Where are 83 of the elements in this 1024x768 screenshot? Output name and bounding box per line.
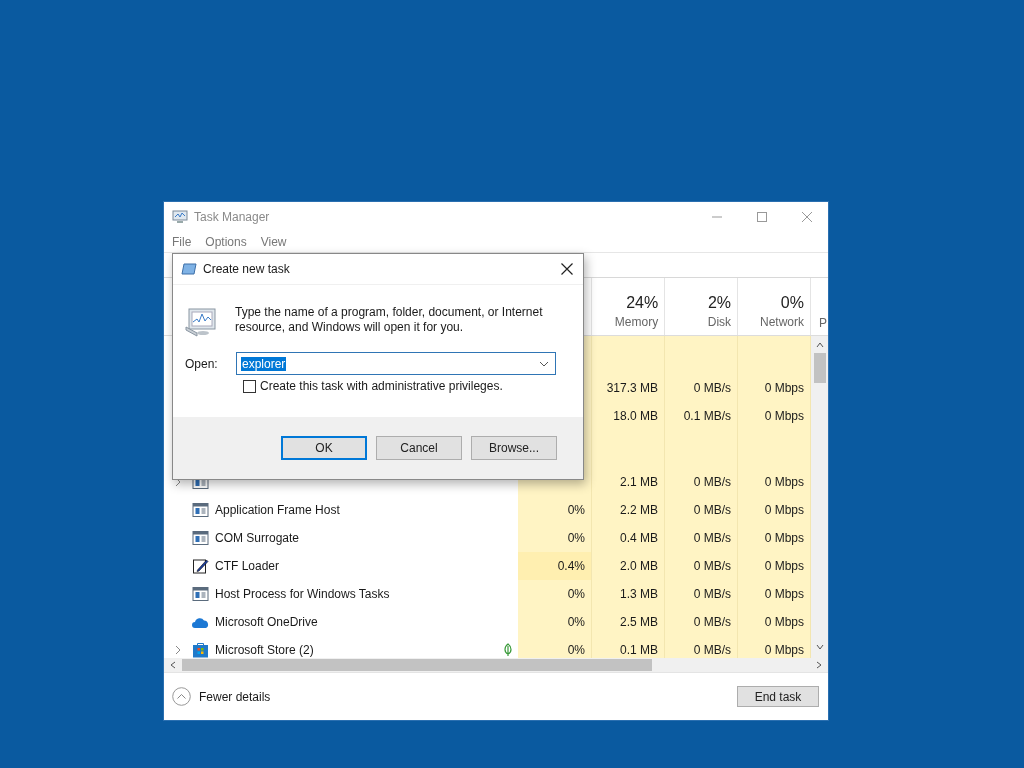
menu-item[interactable]: File bbox=[172, 235, 192, 249]
run-icon bbox=[181, 263, 197, 275]
checkbox-label[interactable]: Create this task with administrative privileges. bbox=[260, 379, 503, 393]
table-cell: 0 MB/s bbox=[665, 374, 738, 402]
monitor-chart-icon bbox=[185, 307, 217, 337]
table-cell: 0 MB/s bbox=[665, 636, 738, 658]
chevron-right-icon[interactable] bbox=[175, 645, 181, 655]
table-cell: 0.4 MB bbox=[592, 524, 665, 552]
table-cell: 0 Mbps bbox=[738, 468, 811, 496]
table-cell: 0 Mbps bbox=[738, 496, 811, 524]
table-cell: 317.3 MB bbox=[592, 374, 665, 402]
scroll-down-icon[interactable] bbox=[815, 644, 824, 650]
scroll-right-icon[interactable] bbox=[816, 661, 822, 669]
window-icon bbox=[192, 503, 209, 517]
scrollbar-thumb[interactable] bbox=[182, 659, 652, 671]
process-name: Microsoft Store (2) bbox=[215, 643, 314, 657]
cloud-icon bbox=[192, 616, 209, 628]
table-cell: 0 MB/s bbox=[665, 468, 738, 496]
table-cell: 0% bbox=[518, 496, 592, 524]
dialog-button[interactable]: Browse... bbox=[471, 436, 557, 460]
scroll-up-icon[interactable] bbox=[815, 342, 824, 348]
table-cell: 0 MB/s bbox=[665, 552, 738, 580]
column-percent: 0% bbox=[780, 294, 804, 312]
scrollbar-thumb[interactable] bbox=[813, 353, 826, 383]
end-task-button[interactable]: End task bbox=[737, 686, 819, 707]
process-name: Host Process for Windows Tasks bbox=[215, 587, 390, 601]
dialog-message: Type the name of a program, folder, document, or Internet resource, and Windows will open it for you. bbox=[235, 305, 544, 336]
table-cell: 0 MB/s bbox=[665, 580, 738, 608]
column-percent: 2% bbox=[707, 294, 732, 312]
open-combobox[interactable]: explorer bbox=[236, 352, 556, 375]
menu-item[interactable]: View bbox=[260, 235, 287, 249]
table-cell: 0% bbox=[518, 636, 592, 658]
table-cell: 0.4% bbox=[518, 552, 592, 580]
horizontal-scrollbar[interactable] bbox=[164, 658, 828, 672]
close-icon[interactable] bbox=[561, 263, 573, 275]
scroll-left-icon[interactable] bbox=[170, 661, 176, 669]
shopping-bag-icon bbox=[192, 642, 209, 658]
process-name: Microsoft OneDrive bbox=[215, 615, 318, 629]
process-name: COM Surrogate bbox=[215, 531, 300, 545]
notepad-pen-icon bbox=[192, 558, 209, 574]
table-cell: 0.1 MB bbox=[592, 636, 665, 658]
column-header[interactable]: Memory bbox=[614, 315, 659, 329]
table-cell: 0 Mbps bbox=[738, 608, 811, 636]
table-cell: 0.1 MB/s bbox=[665, 402, 738, 430]
fewer-details-link[interactable]: Fewer details bbox=[199, 689, 271, 704]
table-cell: 0 Mbps bbox=[738, 374, 811, 402]
table-cell: 2.0 MB bbox=[592, 552, 665, 580]
table-cell: 0 Mbps bbox=[738, 552, 811, 580]
table-cell: 1.3 MB bbox=[592, 580, 665, 608]
vertical-scrollbar[interactable] bbox=[811, 336, 828, 658]
column-percent: 24% bbox=[626, 294, 659, 312]
dialog-title: Create new task bbox=[203, 262, 290, 276]
column-header[interactable]: Disk bbox=[707, 315, 732, 329]
table-cell: 0 Mbps bbox=[738, 636, 811, 658]
menu-item[interactable]: Options bbox=[205, 235, 247, 249]
process-name: CTF Loader bbox=[215, 559, 280, 573]
table-cell: 0 MB/s bbox=[665, 524, 738, 552]
table-cell: 0 MB/s bbox=[665, 608, 738, 636]
table-cell: 0 Mbps bbox=[738, 580, 811, 608]
dialog-button[interactable]: OK bbox=[281, 436, 367, 460]
process-name: Application Frame Host bbox=[215, 503, 340, 517]
table-cell: 2.2 MB bbox=[592, 496, 665, 524]
monitor-icon bbox=[172, 210, 188, 224]
table-cell: 0% bbox=[518, 524, 592, 552]
table-cell: 0% bbox=[518, 580, 592, 608]
checkbox[interactable] bbox=[243, 379, 256, 393]
maximize-icon[interactable] bbox=[757, 212, 767, 222]
open-label: Open: bbox=[185, 356, 219, 371]
dropdown-caret-icon[interactable] bbox=[539, 360, 549, 367]
table-cell: 0 MB/s bbox=[665, 496, 738, 524]
collapse-up-icon[interactable] bbox=[172, 687, 191, 706]
window-icon bbox=[192, 531, 209, 545]
window-title: Task Manager bbox=[194, 210, 270, 224]
column-header[interactable]: Network bbox=[759, 315, 804, 329]
table-cell: 0 Mbps bbox=[738, 402, 811, 430]
table-cell: 2.1 MB bbox=[592, 468, 665, 496]
table-cell: 2.5 MB bbox=[592, 608, 665, 636]
window-icon bbox=[192, 587, 209, 601]
table-cell: 0% bbox=[518, 608, 592, 636]
dialog-button[interactable]: Cancel bbox=[376, 436, 462, 460]
table-cell: 0 Mbps bbox=[738, 524, 811, 552]
column-header[interactable]: P bbox=[819, 316, 827, 330]
table-cell: 18.0 MB bbox=[592, 402, 665, 430]
